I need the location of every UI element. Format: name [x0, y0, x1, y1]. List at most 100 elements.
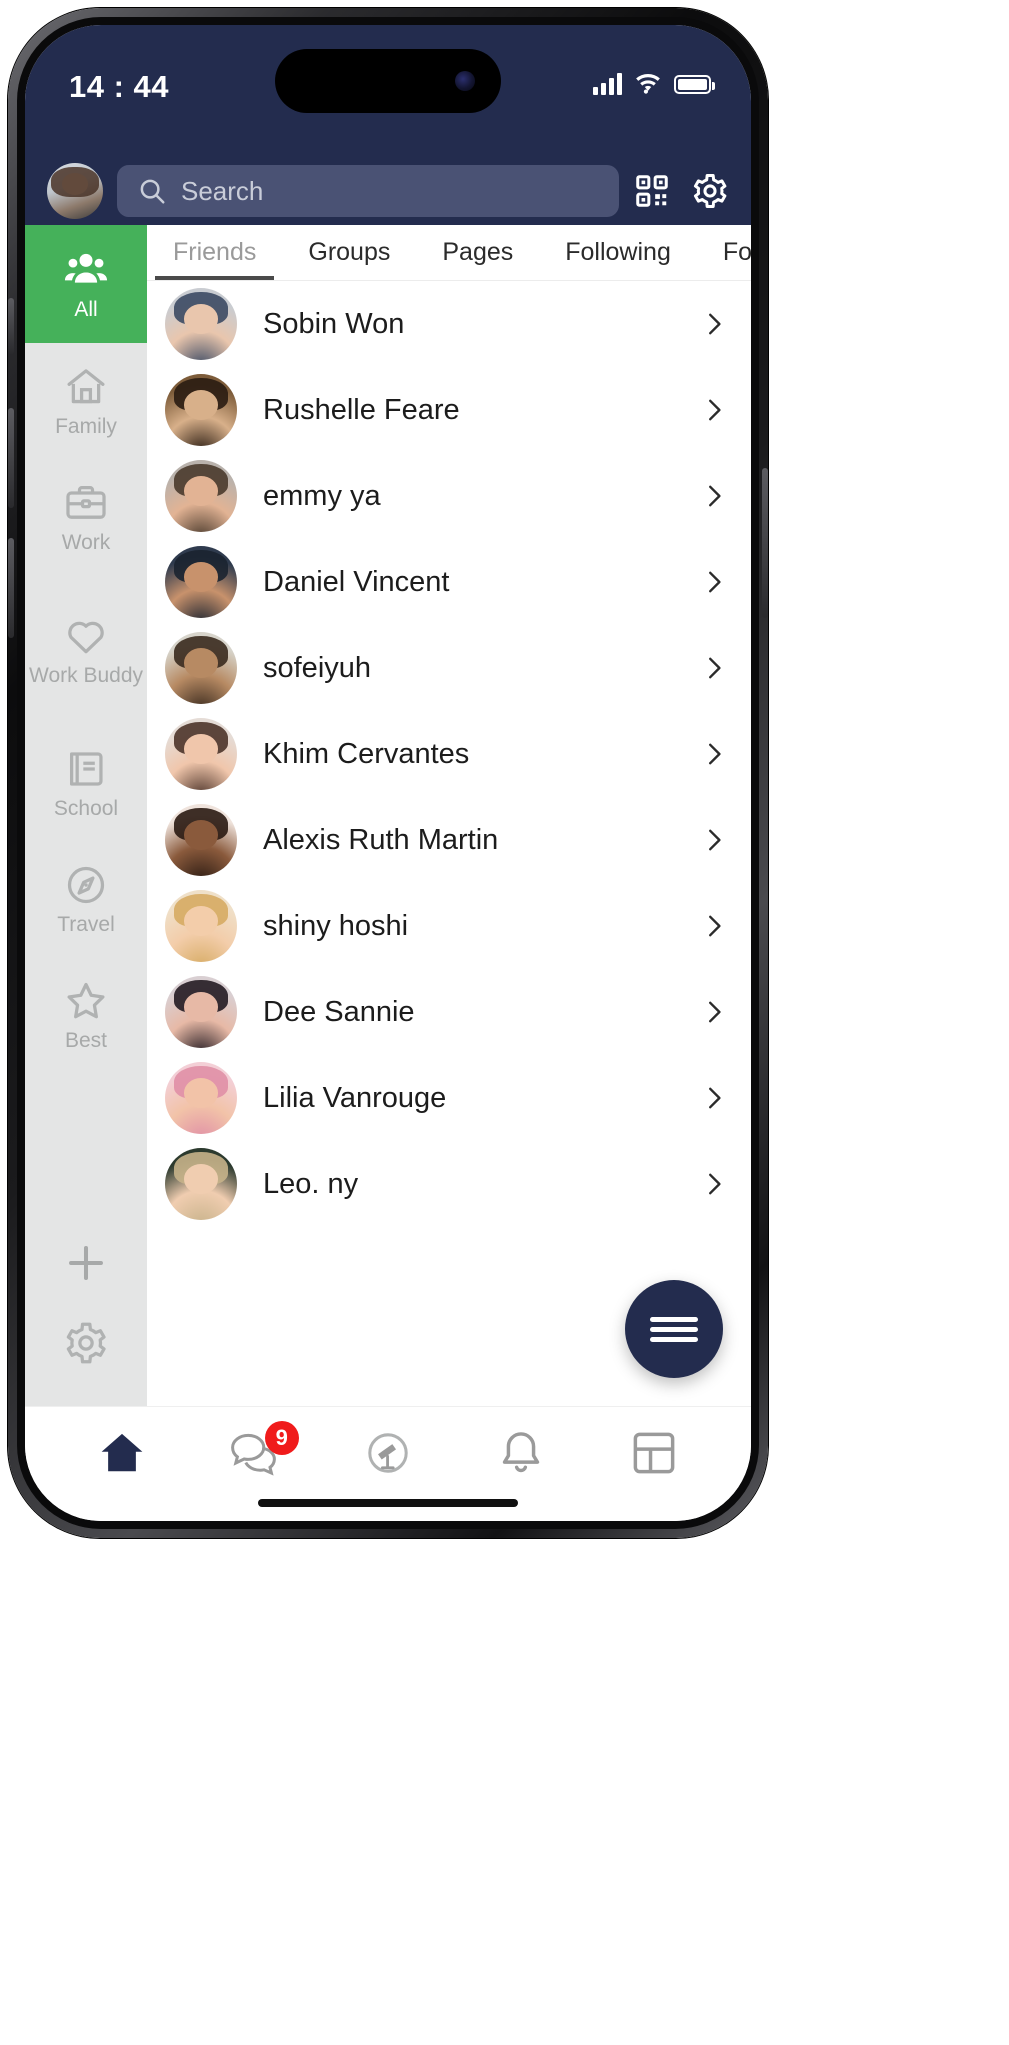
friend-row[interactable]: Sobin Won: [147, 281, 751, 367]
chevron-right-icon[interactable]: [701, 311, 727, 337]
dynamic-island: [275, 49, 501, 113]
power-button[interactable]: [762, 468, 768, 618]
plus-icon[interactable]: [63, 1240, 109, 1286]
tab-label: Pages: [442, 238, 514, 266]
nav-messages[interactable]: 9: [188, 1421, 321, 1479]
friend-row[interactable]: Khim Cervantes: [147, 711, 751, 797]
friend-avatar[interactable]: [165, 374, 237, 446]
friend-avatar[interactable]: [165, 976, 237, 1048]
people-group-icon: [64, 253, 108, 283]
friend-avatar[interactable]: [165, 632, 237, 704]
friend-row[interactable]: Daniel Vincent: [147, 539, 751, 625]
friend-avatar[interactable]: [165, 804, 237, 876]
friend-name: Rushelle Feare: [263, 393, 460, 426]
menu-fab-button[interactable]: [625, 1280, 723, 1378]
tab-label: Groups: [308, 238, 391, 266]
friend-name: emmy ya: [263, 479, 381, 512]
chevron-right-icon[interactable]: [701, 827, 727, 853]
friend-row[interactable]: Lilia Vanrouge: [147, 1055, 751, 1141]
briefcase-icon: [66, 485, 106, 519]
sidebar-item-all[interactable]: All: [25, 225, 147, 343]
main-body: All Family Work Work Buddy School Travel…: [25, 225, 751, 1406]
unread-badge: 9: [264, 1421, 299, 1455]
friend-row[interactable]: Dee Sannie: [147, 969, 751, 1055]
bell-icon: [503, 1432, 540, 1473]
friend-avatar[interactable]: [165, 718, 237, 790]
nav-notifications[interactable]: [455, 1427, 588, 1479]
search-icon: [140, 179, 165, 204]
friend-avatar[interactable]: [165, 288, 237, 360]
chevron-right-icon[interactable]: [701, 741, 727, 767]
heart-icon: [68, 621, 104, 654]
category-sidebar: All Family Work Work Buddy School Travel…: [25, 225, 147, 1406]
grid-icon: [634, 1432, 675, 1474]
sidebar-item-family[interactable]: Family: [25, 343, 147, 459]
friend-avatar[interactable]: [165, 546, 237, 618]
sidebar-item-travel[interactable]: Travel: [25, 841, 147, 957]
chevron-right-icon[interactable]: [701, 1085, 727, 1111]
sidebar-item-label: Work Buddy: [29, 663, 143, 687]
my-profile-avatar[interactable]: [47, 163, 103, 219]
friend-avatar[interactable]: [165, 460, 237, 532]
chevron-right-icon[interactable]: [701, 569, 727, 595]
chevron-right-icon[interactable]: [701, 999, 727, 1025]
friend-name: Lilia Vanrouge: [263, 1081, 447, 1114]
sidebar-item-work-buddy[interactable]: Work Buddy: [25, 575, 147, 725]
sidebar-item-label: School: [53, 796, 119, 820]
phone-bezel: 14 : 44 Search All Family Work Work Budd…: [17, 17, 759, 1529]
chevron-right-icon[interactable]: [701, 397, 727, 423]
sidebar-item-label: Family: [55, 414, 117, 438]
star-icon: [67, 982, 105, 1019]
friend-row[interactable]: sofeiyuh: [147, 625, 751, 711]
friend-name: shiny hoshi: [263, 909, 409, 942]
tab-friends[interactable]: Friends: [147, 225, 282, 280]
nav-explore[interactable]: [321, 1427, 454, 1479]
tab-groups[interactable]: Groups: [282, 225, 416, 280]
sidebar-item-best[interactable]: Best: [25, 957, 147, 1073]
chevron-right-icon[interactable]: [701, 913, 727, 939]
volume-up-button[interactable]: [8, 408, 14, 508]
home-indicator[interactable]: [258, 1499, 518, 1507]
friend-name: sofeiyuh: [263, 651, 372, 684]
nav-home[interactable]: [55, 1427, 188, 1479]
friend-avatar[interactable]: [165, 890, 237, 962]
tab-following[interactable]: Following: [539, 225, 697, 280]
content-panel: Friends Groups Pages Following Followers…: [147, 225, 751, 1406]
friend-row[interactable]: Leo. ny: [147, 1141, 751, 1227]
chevron-right-icon[interactable]: [701, 1171, 727, 1197]
app-header: Search: [25, 157, 751, 225]
friend-row[interactable]: shiny hoshi: [147, 883, 751, 969]
status-bar: 14 : 44: [25, 25, 751, 157]
phone-screen: 14 : 44 Search All Family Work Work Budd…: [25, 25, 751, 1521]
gear-icon[interactable]: [691, 172, 729, 210]
qr-code-icon[interactable]: [633, 172, 671, 210]
telescope-icon: [368, 1433, 408, 1473]
friends-list: Sobin Won Rushelle Feare emmy ya Daniel Vin…: [147, 281, 751, 1406]
friend-name: Leo. ny: [263, 1167, 359, 1200]
search-input[interactable]: Search: [117, 165, 619, 217]
friend-row[interactable]: Alexis Ruth Martin: [147, 797, 751, 883]
sidebar-gear-icon[interactable]: [63, 1320, 109, 1366]
status-indicators: [593, 73, 715, 95]
tab-pages[interactable]: Pages: [416, 225, 539, 280]
chevron-right-icon[interactable]: [701, 483, 727, 509]
sidebar-item-work[interactable]: Work: [25, 459, 147, 575]
friend-name: Alexis Ruth Martin: [263, 823, 499, 856]
friend-row[interactable]: emmy ya: [147, 453, 751, 539]
home-icon: [101, 1433, 142, 1472]
nav-menu-grid[interactable]: [588, 1427, 721, 1479]
home-icon: [67, 368, 105, 403]
status-clock: 14 : 44: [69, 69, 170, 104]
tab-bar: Friends Groups Pages Following Followers: [147, 225, 751, 281]
sidebar-item-school[interactable]: School: [25, 725, 147, 841]
chevron-right-icon[interactable]: [701, 655, 727, 681]
silent-switch[interactable]: [8, 298, 14, 354]
compass-icon: [67, 866, 105, 903]
friend-avatar[interactable]: [165, 1148, 237, 1220]
volume-down-button[interactable]: [8, 538, 14, 638]
friend-avatar[interactable]: [165, 1062, 237, 1134]
tab-followers[interactable]: Followers: [697, 225, 751, 280]
friend-row[interactable]: Rushelle Feare: [147, 367, 751, 453]
sidebar-item-label: Travel: [57, 912, 115, 936]
